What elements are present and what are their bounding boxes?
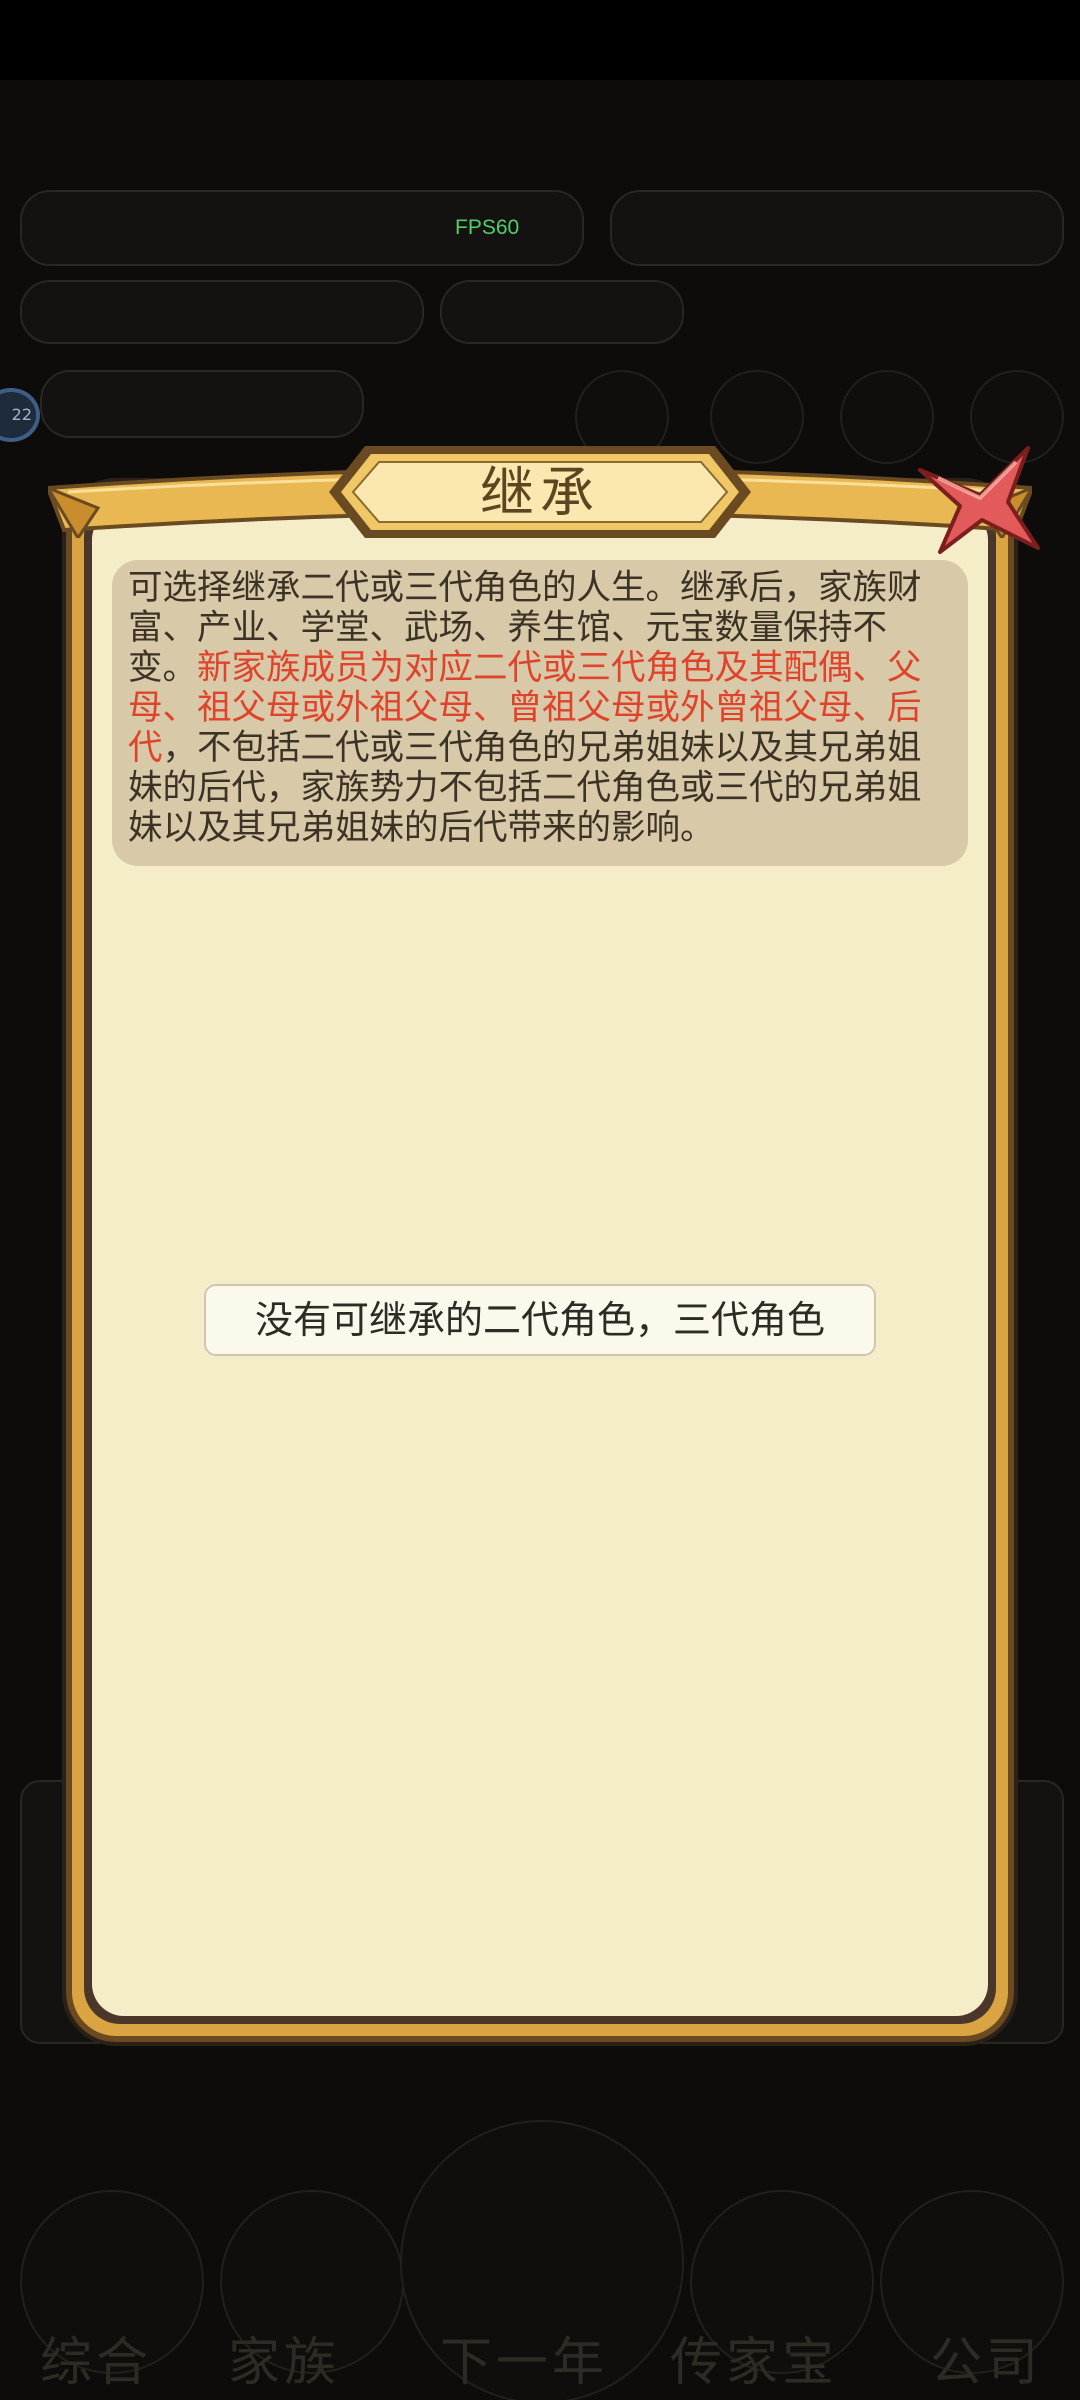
fps-counter: FPS60 bbox=[455, 216, 520, 239]
bg-name-bar bbox=[40, 370, 364, 438]
dialog-title: 继承 bbox=[480, 461, 600, 524]
bg-nav-label: 下一年 bbox=[440, 2333, 609, 2393]
rules-text-normal-2: ，不包括二代或三代角色的兄弟姐妹以及其兄弟姐妹的后代，家族势力不包括二代角色或三… bbox=[128, 728, 922, 848]
screen: 综合 家族 下一年 传家宝 公司 FPS60 22 继承 可选择继承二代或三代角… bbox=[0, 0, 1080, 2400]
bg-top-right-panel bbox=[610, 190, 1064, 266]
bg-stat-bar bbox=[440, 280, 684, 344]
bg-nav-label: 传家宝 bbox=[670, 2333, 839, 2393]
close-x-icon[interactable] bbox=[910, 440, 1040, 560]
status-bar bbox=[0, 0, 1080, 80]
empty-state-message: 没有可继承的二代角色，三代角色 bbox=[204, 1284, 876, 1356]
bg-nav-label: 家族 bbox=[228, 2333, 341, 2393]
bg-family-bar bbox=[20, 280, 424, 344]
bg-nav-label: 综合 bbox=[40, 2333, 153, 2393]
bg-nav-label: 公司 bbox=[930, 2333, 1043, 2393]
inherit-rules-description: 可选择继承二代或三代角色的人生。继承后，家族财富、产业、学堂、武场、养生馆、元宝… bbox=[112, 560, 968, 866]
